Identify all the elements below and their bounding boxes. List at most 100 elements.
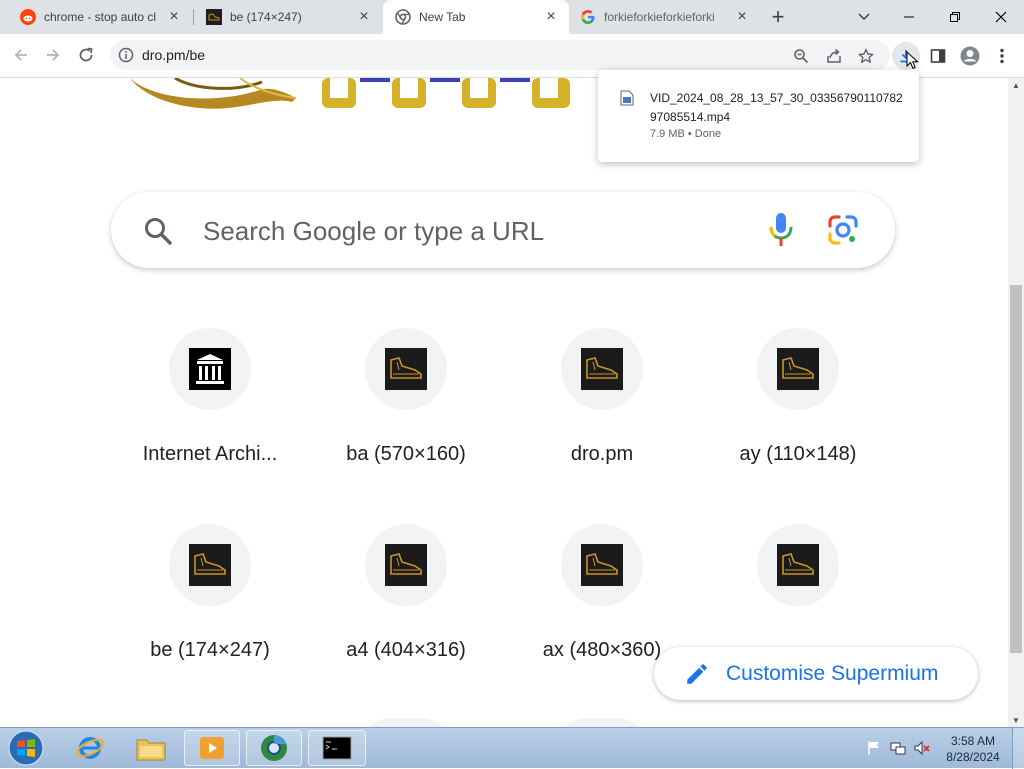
- show-desktop-button[interactable]: [1012, 728, 1024, 769]
- network-icon[interactable]: [890, 740, 906, 756]
- boot-thumbnail-icon: [777, 544, 819, 586]
- back-button[interactable]: [6, 40, 36, 70]
- file-explorer-taskbar-button[interactable]: [130, 730, 172, 766]
- tab-new-tab[interactable]: New Tab ×: [383, 0, 569, 34]
- shortcut-tile[interactable]: Internet Archi...: [117, 328, 303, 488]
- boot-thumbnail-icon: [581, 348, 623, 390]
- shortcut-tile[interactable]: be (174×247): [117, 524, 303, 684]
- zoom-icon[interactable]: [790, 45, 812, 67]
- url-text: dro.pm/be: [142, 47, 206, 63]
- windows-start-icon: [8, 730, 44, 766]
- arrow-right-icon: [47, 49, 60, 61]
- boot-thumbnail-icon: [777, 348, 819, 390]
- shortcut-icon-circle: [557, 718, 647, 727]
- tab-title: chrome - stop auto cl: [44, 10, 157, 24]
- internet-explorer-icon: [76, 737, 104, 759]
- close-tab-icon[interactable]: ×: [734, 8, 750, 25]
- shortcut-icon-circle: [361, 718, 451, 727]
- profile-button[interactable]: [956, 42, 984, 70]
- customise-label: Customise Supermium: [726, 661, 939, 685]
- vertical-scrollbar[interactable]: ▲ ▼: [1008, 78, 1024, 727]
- google-icon: [580, 9, 596, 25]
- shortcut-tile[interactable]: dro.pm: [509, 328, 695, 488]
- arrow-left-icon: [14, 49, 27, 61]
- close-icon: [995, 11, 1007, 23]
- clock-time: 3:58 AM: [950, 734, 996, 748]
- pencil-icon: [687, 663, 707, 684]
- scroll-up-arrow-icon[interactable]: ▲: [1008, 78, 1024, 92]
- clock-date: 8/28/2024: [946, 750, 1000, 764]
- boot-thumbnail-icon: [581, 544, 623, 586]
- browser-taskbar-button[interactable]: [246, 730, 302, 766]
- customise-button[interactable]: Customise Supermium: [654, 647, 978, 700]
- google-lens-icon[interactable]: [827, 214, 859, 246]
- search-placeholder: Search Google or type a URL: [203, 216, 545, 246]
- shortcut-icon-circle: [169, 524, 251, 606]
- address-bar[interactable]: dro.pm/be: [110, 40, 890, 70]
- forward-button[interactable]: [38, 40, 68, 70]
- shortcut-tile[interactable]: ay (110×148): [705, 328, 891, 488]
- side-panel-button[interactable]: [924, 42, 952, 70]
- minimize-icon: [904, 16, 914, 18]
- system-clock[interactable]: 3:58 AM 8/28/2024: [945, 733, 1001, 765]
- media-player-taskbar-button[interactable]: [184, 730, 240, 766]
- close-window-button[interactable]: [978, 0, 1024, 34]
- command-prompt-taskbar-button[interactable]: [308, 730, 366, 766]
- shortcut-icon-circle: [561, 328, 643, 410]
- start-button[interactable]: [4, 730, 48, 766]
- internet-explorer-taskbar-button[interactable]: [70, 730, 110, 766]
- supermium-browser-icon: [261, 735, 287, 761]
- side-panel-icon: [930, 49, 946, 63]
- shortcut-tile[interactable]: ba (570×160): [313, 328, 499, 488]
- file-icon: [620, 90, 634, 106]
- tab-title: New Tab: [419, 10, 466, 24]
- new-tab-button[interactable]: +: [764, 0, 792, 34]
- reload-icon: [79, 47, 93, 62]
- tab-title: be (174×247): [230, 10, 302, 24]
- tab-google-search[interactable]: forkieforkieforkieforki ×: [570, 0, 760, 34]
- boot-thumbnail-icon: [385, 544, 427, 586]
- tab-reddit[interactable]: chrome - stop auto cl ×: [0, 0, 192, 34]
- chevron-down-icon: [858, 13, 870, 21]
- shortcut-icon-circle: [757, 524, 839, 606]
- restore-button[interactable]: [932, 0, 978, 34]
- chrome-icon: [395, 9, 411, 25]
- image-thumbnail-icon: [206, 9, 222, 25]
- tab-title: forkieforkieforkieforki: [604, 10, 715, 24]
- minimize-button[interactable]: [886, 0, 932, 34]
- taskbar: 3:58 AM 8/28/2024: [0, 727, 1024, 769]
- downloads-bubble: VID_2024_08_28_13_57_30_0335679011078297…: [598, 70, 919, 162]
- share-icon[interactable]: [823, 45, 845, 67]
- shortcut-label: dro.pm: [570, 443, 634, 465]
- tab-strip: chrome - stop auto cl × be (174×247) × N…: [0, 0, 1024, 34]
- close-tab-icon[interactable]: ×: [543, 8, 559, 25]
- volume-muted-icon[interactable]: [914, 740, 930, 756]
- search-box[interactable]: Search Google or type a URL: [111, 192, 895, 268]
- google-doodle-image[interactable]: [0, 78, 640, 118]
- scroll-thumb[interactable]: [1010, 285, 1022, 653]
- reload-button[interactable]: [71, 40, 101, 70]
- new-tab-page: Search Google or type a URL Internet Arc…: [0, 78, 1008, 727]
- close-tab-icon[interactable]: ×: [166, 8, 182, 25]
- shortcut-label: ay (110×148): [739, 443, 857, 465]
- close-tab-icon[interactable]: ×: [356, 8, 372, 25]
- shortcut-icon-circle: [757, 328, 839, 410]
- tab-be-image[interactable]: be (174×247) ×: [194, 0, 382, 34]
- info-icon: [118, 47, 134, 63]
- menu-button[interactable]: [988, 42, 1016, 70]
- shortcut-label: a4 (404×316): [346, 639, 466, 661]
- restore-icon: [950, 12, 960, 22]
- tab-search-button[interactable]: [850, 0, 878, 34]
- scroll-down-arrow-icon[interactable]: ▼: [1008, 713, 1024, 727]
- action-center-flag-icon[interactable]: [866, 740, 882, 756]
- reddit-icon: [20, 9, 36, 25]
- downloads-button[interactable]: [892, 42, 920, 70]
- shortcut-tile[interactable]: a4 (404×316): [313, 524, 499, 684]
- download-filename[interactable]: VID_2024_08_28_13_57_30_0335679011078297…: [650, 89, 906, 127]
- voice-search-icon[interactable]: [767, 212, 795, 248]
- download-status: 7.9 MB • Done: [650, 128, 722, 140]
- boot-thumbnail-icon: [385, 348, 427, 390]
- shortcut-icon-circle: [365, 524, 447, 606]
- folder-icon: [136, 739, 166, 761]
- bookmark-star-icon[interactable]: [855, 45, 877, 67]
